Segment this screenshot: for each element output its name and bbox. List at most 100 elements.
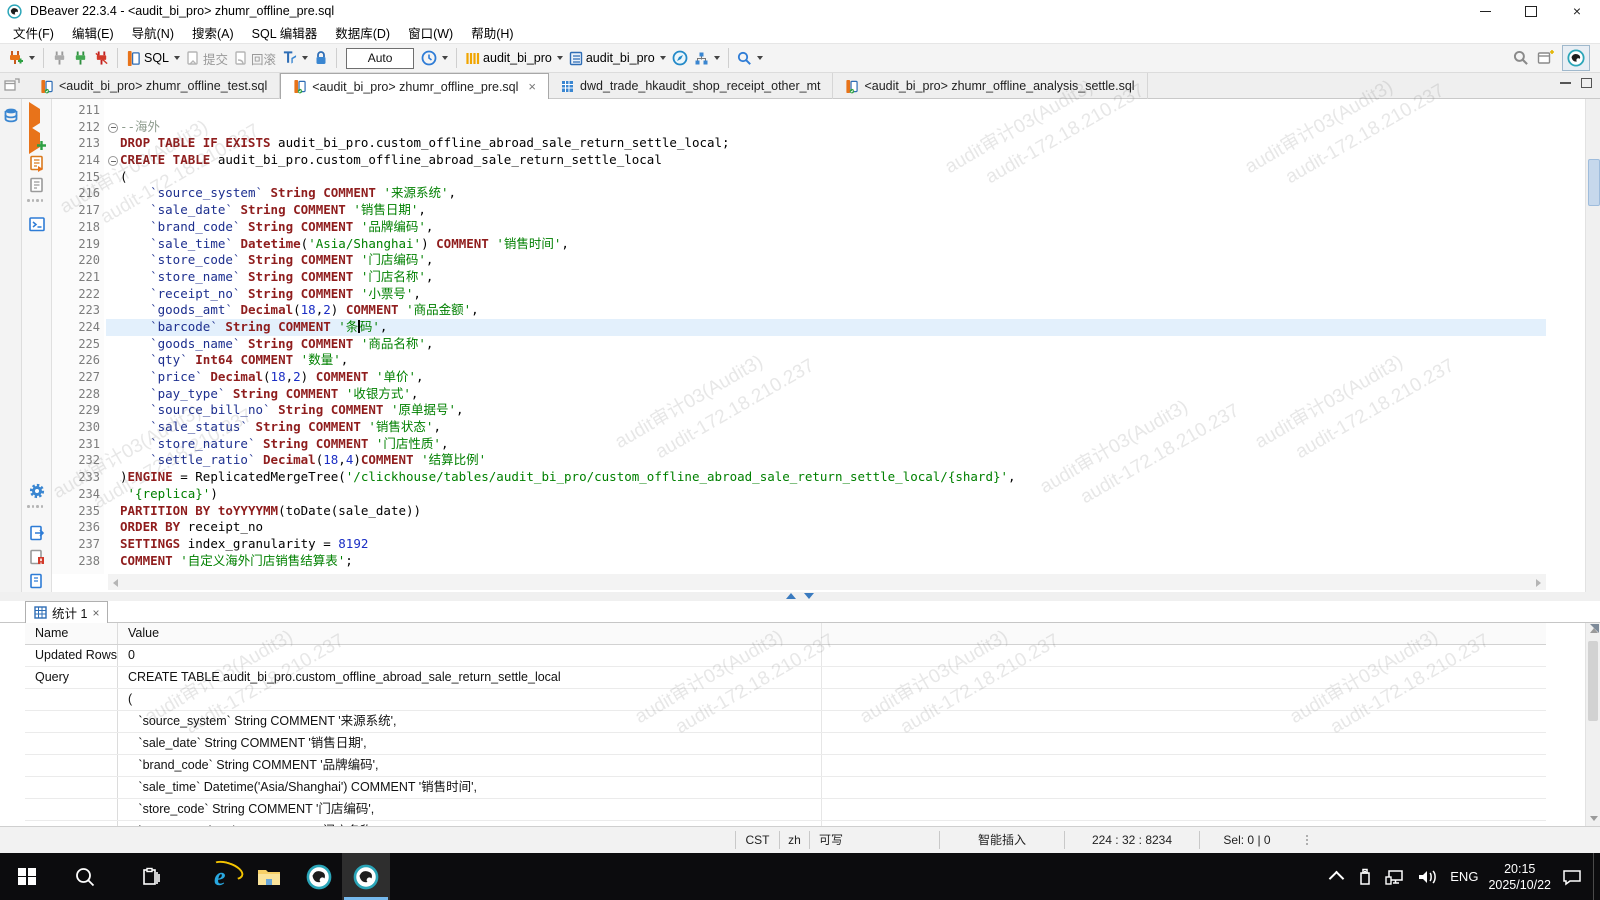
menu-item-h[interactable]: 帮助(H) xyxy=(462,21,522,44)
menu-item-e[interactable]: 编辑(E) xyxy=(63,21,123,44)
compass-icon xyxy=(672,50,688,66)
dbeaver-active-taskbar-button[interactable] xyxy=(342,853,390,900)
transaction-mode-button[interactable] xyxy=(279,48,311,68)
menu-item-f[interactable]: 文件(F) xyxy=(4,21,63,44)
reconnect-button[interactable] xyxy=(70,48,91,68)
sql-code-editor[interactable]: 211212--海外213DROP TABLE IF EXISTS audit_… xyxy=(52,99,1546,574)
statistics-tab[interactable]: 统计 1 × xyxy=(25,601,108,623)
restore-view-icon[interactable] xyxy=(2,75,26,99)
execute-statement-button[interactable] xyxy=(29,109,46,126)
start-button[interactable] xyxy=(4,853,50,900)
main-toolbar: SQL 提交 回滚 Auto audit_bi_pro xyxy=(0,43,1600,73)
usb-device-icon[interactable] xyxy=(1356,867,1374,887)
menu-item-sql[interactable]: SQL 编辑器 xyxy=(243,21,327,44)
grid-row-1[interactable]: QueryCREATE TABLE audit_bi_pro.custom_of… xyxy=(25,667,1546,689)
close-icon[interactable]: × xyxy=(528,79,536,94)
grid-col-name[interactable]: Name xyxy=(25,623,118,644)
database-selector[interactable]: audit_bi_pro xyxy=(462,49,566,68)
grid-row-6[interactable]: `sale_time` Datetime('Asia/Shanghai') CO… xyxy=(25,777,1546,799)
commit-mode-box[interactable]: Auto xyxy=(346,48,414,69)
language-indicator[interactable]: ENG xyxy=(1450,869,1478,884)
sash-up-icon[interactable] xyxy=(786,593,796,599)
editor-vertical-scrollbar[interactable] xyxy=(1585,99,1600,592)
open-perspective-icon[interactable] xyxy=(1537,50,1554,66)
internet-explorer-button[interactable]: e xyxy=(214,853,226,900)
editor-horizontal-scrollbar[interactable] xyxy=(108,574,1546,590)
menu-item-a[interactable]: 搜索(A) xyxy=(183,21,243,44)
statusbar-item-1: zh xyxy=(779,831,809,849)
dbeaver-perspective-button[interactable] xyxy=(1562,45,1590,71)
menu-item-w[interactable]: 窗口(W) xyxy=(399,21,462,44)
minimize-button[interactable] xyxy=(1462,0,1508,22)
panel-vertical-scrollbar[interactable] xyxy=(1585,623,1600,826)
grid-cell-value: CREATE TABLE audit_bi_pro.custom_offline… xyxy=(118,667,822,688)
speaker-icon[interactable] xyxy=(1416,867,1440,887)
action-center-icon[interactable] xyxy=(1561,867,1583,887)
sql-editor-button[interactable]: SQL xyxy=(123,48,183,69)
scrollbar-thumb[interactable] xyxy=(1588,641,1598,721)
scrollbar-thumb[interactable] xyxy=(1588,159,1600,206)
editor-tab-2[interactable]: dwd_trade_hkaudit_shop_receipt_other_mt xyxy=(549,73,833,99)
code-text: `store_name` String COMMENT '门店名称', xyxy=(120,269,433,286)
doc-extra-button[interactable] xyxy=(29,573,46,590)
taskbar-clock[interactable]: 20:15 2025/10/22 xyxy=(1488,861,1551,893)
statistics-grid[interactable]: NameValueUpdated Rows0QueryCREATE TABLE … xyxy=(25,623,1546,826)
commit-button[interactable]: 提交 xyxy=(183,47,231,70)
execute-script-button[interactable] xyxy=(29,155,46,172)
fold-collapse-icon[interactable] xyxy=(108,123,118,133)
network-icon[interactable] xyxy=(1384,867,1406,887)
doc-warning-button[interactable] xyxy=(29,549,46,566)
code-line-232: 232 `settle_ratio` Decimal(18,4)COMMENT … xyxy=(52,452,1546,469)
grid-row-5[interactable]: `brand_code` String COMMENT '品牌编码', xyxy=(25,755,1546,777)
panel-sash[interactable] xyxy=(0,592,1600,601)
new-connection-button[interactable] xyxy=(4,48,38,69)
transaction-log-button[interactable] xyxy=(418,48,451,68)
schema-list-icon xyxy=(569,51,583,66)
dbeaver-taskbar-button[interactable] xyxy=(306,853,332,900)
lock-button[interactable] xyxy=(311,48,331,68)
sash-down-icon[interactable] xyxy=(804,593,814,599)
invalidate-button[interactable] xyxy=(91,48,112,68)
rollback-button[interactable]: 回滚 xyxy=(231,47,279,70)
quick-search-icon[interactable] xyxy=(1513,50,1529,66)
menu-item-n[interactable]: 导航(N) xyxy=(123,21,183,44)
cluster-button[interactable] xyxy=(691,49,723,68)
minimize-panel-icon[interactable] xyxy=(1560,82,1571,84)
scroll-left-icon[interactable] xyxy=(113,579,118,587)
taskbar-search-button[interactable] xyxy=(74,853,96,900)
editor-tab-3[interactable]: <audit_bi_pro> zhumr_offline_analysis_se… xyxy=(833,73,1147,99)
explain-plan-button[interactable] xyxy=(29,177,46,194)
database-navigator-icon[interactable] xyxy=(3,107,20,124)
grid-row-4[interactable]: `sale_date` String COMMENT '销售日期', xyxy=(25,733,1546,755)
scroll-down-icon[interactable] xyxy=(1590,816,1598,821)
editor-settings-gear-icon[interactable] xyxy=(29,483,46,500)
editor-tab-1[interactable]: <audit_bi_pro> zhumr_offline_pre.sql× xyxy=(280,73,549,99)
fold-margin xyxy=(106,236,120,253)
editor-tab-0[interactable]: <audit_bi_pro> zhumr_offline_test.sql xyxy=(28,73,280,99)
menu-item-d[interactable]: 数据库(D) xyxy=(326,21,399,44)
fold-collapse-icon[interactable] xyxy=(108,156,118,166)
navigator-sync-button[interactable] xyxy=(669,48,691,68)
export-result-button[interactable] xyxy=(29,525,46,542)
grid-row-0[interactable]: Updated Rows0 xyxy=(25,645,1546,667)
grid-row-7[interactable]: `store_code` String COMMENT '门店编码', xyxy=(25,799,1546,821)
grid-row-2[interactable]: ( xyxy=(25,689,1546,711)
task-view-button[interactable] xyxy=(140,853,162,900)
close-icon[interactable]: × xyxy=(92,606,99,620)
maximize-button[interactable] xyxy=(1508,0,1554,22)
close-button[interactable]: × xyxy=(1554,0,1600,22)
disconnect-button[interactable] xyxy=(49,48,70,68)
statusbar-item-0: CST xyxy=(735,831,779,849)
editor-tab-label: <audit_bi_pro> zhumr_offline_analysis_se… xyxy=(864,79,1134,93)
schema-selector[interactable]: audit_bi_pro xyxy=(566,49,669,68)
file-explorer-button[interactable] xyxy=(256,853,282,900)
grid-row-3[interactable]: `source_system` String COMMENT '来源系统', xyxy=(25,711,1546,733)
tray-chevron-up-icon[interactable] xyxy=(1329,871,1345,887)
scroll-right-icon[interactable] xyxy=(1536,579,1541,587)
maximize-panel-icon[interactable] xyxy=(1581,78,1592,88)
execute-new-tab-button[interactable] xyxy=(29,133,46,150)
search-button[interactable] xyxy=(734,49,766,68)
grid-col-value[interactable]: Value xyxy=(118,623,822,644)
show-desktop-separator[interactable] xyxy=(1593,853,1594,900)
sql-console-button[interactable] xyxy=(29,217,46,234)
